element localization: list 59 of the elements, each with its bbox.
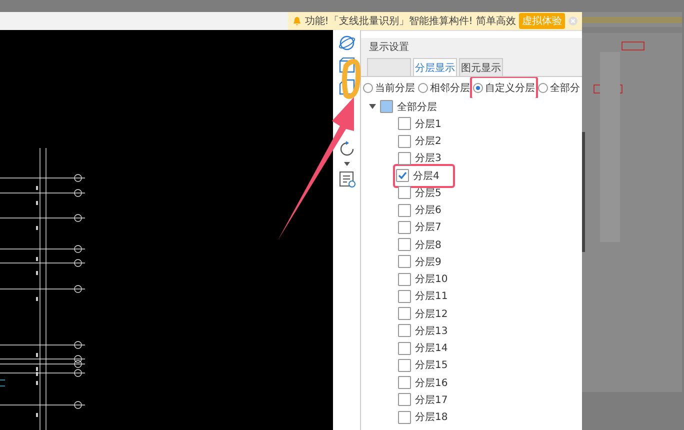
tree-item[interactable]: 全部分层 [397,100,437,114]
checkbox[interactable] [398,220,411,234]
tree-item[interactable]: 分层12 [415,306,448,321]
tree-item[interactable]: 分层7 [415,220,442,234]
checkbox[interactable] [398,255,411,268]
checkbox[interactable] [398,152,411,165]
tree-item[interactable]: 分层14 [415,341,448,356]
tree-item[interactable]: 分层15 [415,358,448,372]
radio-icon[interactable] [473,82,483,92]
checkbox[interactable] [398,272,411,286]
checkbox[interactable] [398,393,411,406]
radio-option[interactable]: 全部分 [538,80,580,94]
panel-title: 显示设置 [361,38,582,55]
tree-item[interactable]: 分层18 [415,410,448,424]
globe-icon[interactable] [338,34,356,52]
tree-item[interactable]: 分层8 [415,238,442,252]
bell-icon [292,16,302,26]
checkbox[interactable] [398,204,411,217]
checkbox[interactable] [398,342,411,355]
tree-item[interactable]: 分层4 [413,168,440,183]
radio-option[interactable]: 相邻分层 [418,80,470,94]
radio-icon[interactable] [363,82,373,92]
checkbox[interactable] [398,324,411,338]
checkbox[interactable] [398,238,411,252]
tab[interactable]: 分层显示 [413,58,457,76]
scribble-mark [342,59,361,99]
tree-item[interactable]: 分层2 [415,134,442,148]
tree-item[interactable]: 分层10 [415,272,448,286]
checkbox[interactable] [380,100,393,114]
checkbox[interactable] [396,169,409,182]
tree-item[interactable]: 分层6 [415,203,442,218]
caret-icon[interactable] [369,104,376,110]
caret-icon[interactable] [344,162,350,166]
radio-option[interactable]: 自定义分层 [473,80,535,94]
rotate-icon[interactable] [338,140,356,158]
checkbox[interactable] [398,410,411,424]
checkbox[interactable] [398,290,411,303]
radio-option[interactable]: 当前分层 [363,80,415,94]
tree-item[interactable]: 分层13 [415,324,448,338]
tree-item[interactable]: 分层11 [415,289,448,304]
tree-item[interactable]: 分层1 [415,116,442,131]
radio-icon[interactable] [418,82,428,92]
tree-item[interactable]: 分层9 [415,254,442,269]
tree-item[interactable]: 分层17 [415,392,448,407]
radio-icon[interactable] [538,82,548,92]
tab[interactable]: 图元显示 [459,58,503,76]
checkbox[interactable] [398,358,411,372]
checkbox[interactable] [398,134,411,148]
cube-icon[interactable] [338,78,356,96]
tree-item[interactable]: 分层16 [415,376,448,390]
list-settings-icon[interactable] [338,170,356,188]
checkbox[interactable] [398,186,411,200]
tree-item[interactable]: 分层5 [415,186,442,200]
checkbox[interactable] [398,307,411,320]
tree-item[interactable]: 分层3 [415,151,442,166]
checkbox[interactable] [398,117,411,130]
notice-text: 功能!「支线批量识别」智能推算构件! 简单高效 [304,14,516,28]
cube-icon[interactable] [338,56,356,74]
checkbox[interactable] [398,376,411,390]
